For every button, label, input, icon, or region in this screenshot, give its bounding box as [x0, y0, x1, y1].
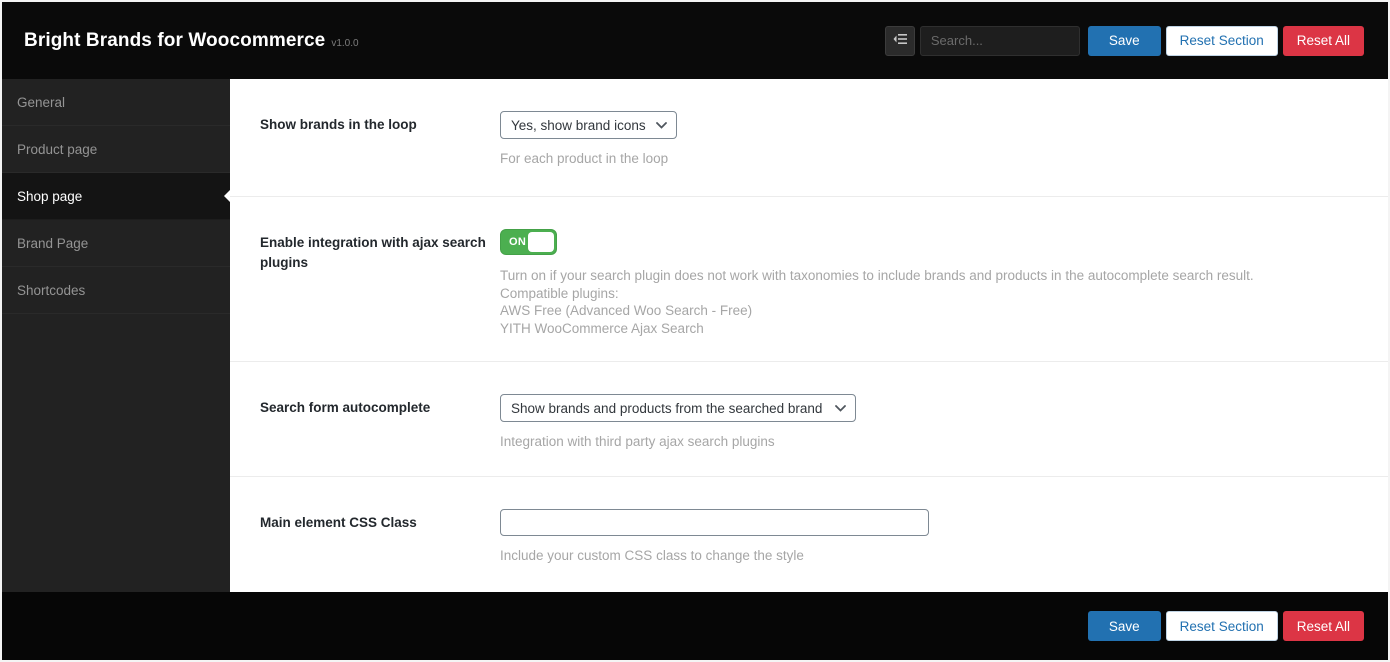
- setting-label: Search form autocomplete: [260, 394, 500, 476]
- footer-save-button[interactable]: Save: [1088, 611, 1161, 641]
- top-bar: Bright Brands for Woocommerce v1.0.0: [2, 2, 1388, 79]
- sidebar-item-general[interactable]: General: [2, 79, 230, 126]
- toggle-knob: [528, 232, 554, 252]
- app-frame: Bright Brands for Woocommerce v1.0.0: [2, 2, 1388, 660]
- sidebar-item-label: General: [17, 95, 65, 110]
- setting-control: Yes, show brand icons For each product i…: [500, 111, 1358, 196]
- save-button[interactable]: Save: [1088, 26, 1161, 56]
- footer-reset-all-button[interactable]: Reset All: [1283, 611, 1364, 641]
- css-class-input[interactable]: [500, 509, 929, 536]
- setting-description: For each product in the loop: [500, 150, 1358, 168]
- show-brands-select[interactable]: Yes, show brand icons: [500, 111, 677, 139]
- topbar-controls: Save Reset Section Reset All: [885, 26, 1364, 56]
- setting-control: Include your custom CSS class to change …: [500, 509, 1358, 591]
- sidebar-item-label: Shop page: [17, 189, 82, 204]
- description-line: Compatible plugins:: [500, 285, 1358, 303]
- setting-control: ON Turn on if your search plugin does no…: [500, 229, 1358, 361]
- setting-row-show-brands-in-loop: Show brands in the loop Yes, show brand …: [230, 79, 1388, 197]
- sidebar-item-product-page[interactable]: Product page: [2, 126, 230, 173]
- settings-panel: Show brands in the loop Yes, show brand …: [230, 79, 1388, 592]
- search-input[interactable]: [920, 26, 1080, 56]
- main-area: General Product page Shop page Brand Pag…: [2, 79, 1388, 592]
- description-line: Turn on if your search plugin does not w…: [500, 267, 1358, 285]
- page-title: Bright Brands for Woocommerce: [24, 30, 325, 52]
- collapse-panel-button[interactable]: [885, 26, 915, 56]
- reset-all-button[interactable]: Reset All: [1283, 26, 1364, 56]
- setting-description: Include your custom CSS class to change …: [500, 547, 1358, 565]
- setting-row-ajax-search-integration: Enable integration with ajax search plug…: [230, 197, 1388, 362]
- setting-row-search-form-autocomplete: Search form autocomplete Show brands and…: [230, 362, 1388, 477]
- setting-description: Integration with third party ajax search…: [500, 433, 1358, 451]
- chevron-down-icon: [656, 122, 667, 129]
- setting-description: Turn on if your search plugin does not w…: [500, 267, 1358, 337]
- footer-bar: Save Reset Section Reset All: [2, 592, 1388, 660]
- sidebar-item-label: Brand Page: [17, 236, 88, 251]
- setting-control: Show brands and products from the search…: [500, 394, 1358, 476]
- description-line: YITH WooCommerce Ajax Search: [500, 320, 1358, 338]
- sidebar-item-label: Product page: [17, 142, 97, 157]
- title-wrap: Bright Brands for Woocommerce v1.0.0: [24, 30, 359, 52]
- sidebar-item-brand-page[interactable]: Brand Page: [2, 220, 230, 267]
- select-value: Yes, show brand icons: [511, 118, 646, 133]
- reset-section-button[interactable]: Reset Section: [1166, 26, 1278, 56]
- footer-reset-section-button[interactable]: Reset Section: [1166, 611, 1278, 641]
- autocomplete-select[interactable]: Show brands and products from the search…: [500, 394, 856, 422]
- setting-label: Main element CSS Class: [260, 509, 500, 591]
- description-line: AWS Free (Advanced Woo Search - Free): [500, 302, 1358, 320]
- setting-label: Show brands in the loop: [260, 111, 500, 196]
- ajax-search-toggle[interactable]: ON: [500, 229, 557, 255]
- sidebar-item-shortcodes[interactable]: Shortcodes: [2, 267, 230, 314]
- setting-row-main-css-class: Main element CSS Class Include your cust…: [230, 477, 1388, 591]
- sidebar-item-shop-page[interactable]: Shop page: [2, 173, 230, 220]
- plugin-settings-page: Bright Brands for Woocommerce v1.0.0: [0, 0, 1390, 662]
- toggle-on-label: ON: [509, 236, 526, 248]
- sidebar-nav: General Product page Shop page Brand Pag…: [2, 79, 230, 592]
- version-label: v1.0.0: [331, 38, 358, 49]
- outdent-icon: [893, 32, 907, 50]
- select-value: Show brands and products from the search…: [511, 401, 822, 416]
- chevron-down-icon: [835, 405, 846, 412]
- setting-label: Enable integration with ajax search plug…: [260, 229, 500, 361]
- sidebar-item-label: Shortcodes: [17, 283, 85, 298]
